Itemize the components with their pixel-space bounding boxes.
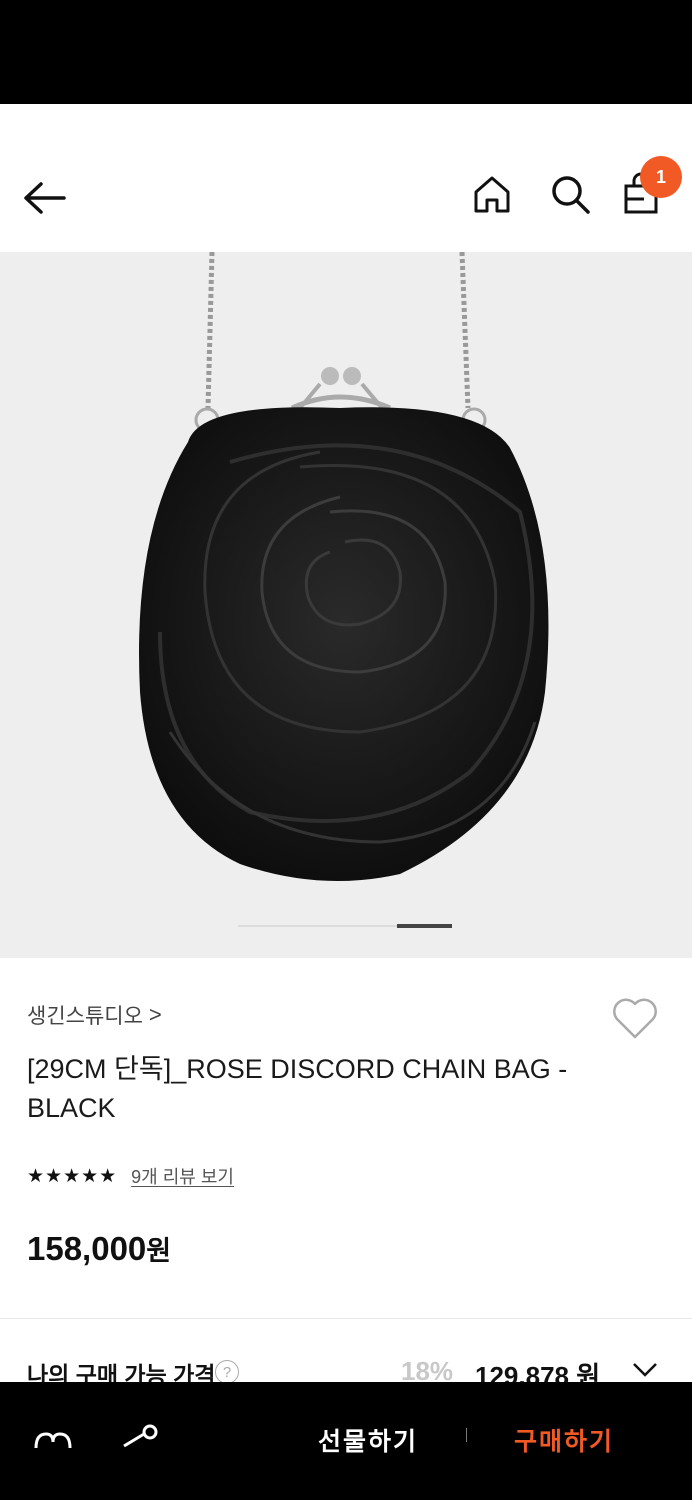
chevron-right-icon: > (148, 1002, 162, 1027)
rating-stars: ★★★★★ (27, 1165, 118, 1187)
brand-link[interactable]: 생긴스튜디오 > (27, 1000, 162, 1030)
share-icon[interactable] (120, 1422, 162, 1452)
pager-active-indicator (397, 924, 452, 928)
product-image-carousel[interactable] (0, 252, 692, 958)
product-price: 158,000원 (27, 1229, 171, 1268)
heart-icon[interactable] (610, 995, 660, 1041)
cart-count-badge: 1 (640, 156, 682, 198)
bottom-action-bar: 선물하기 구매하기 (0, 1382, 692, 1500)
rating-row: ★★★★★ 9개 리뷰 보기 (27, 1163, 234, 1189)
brand-name: 생긴스튜디오 (27, 1005, 143, 1028)
help-icon[interactable]: ? (215, 1360, 239, 1384)
home-icon[interactable] (470, 172, 514, 216)
divider (0, 1318, 692, 1319)
price-unit: 원 (146, 1236, 172, 1266)
product-image (139, 252, 549, 882)
like-icon[interactable] (32, 1426, 74, 1456)
product-title: [29CM 단독]_ROSE DISCORD CHAIN BAG - BLACK (27, 1054, 568, 1123)
button-separator (466, 1428, 467, 1442)
review-link[interactable]: 9개 리뷰 보기 (131, 1163, 234, 1189)
buy-button[interactable]: 구매하기 (514, 1422, 614, 1458)
status-bar (0, 0, 692, 104)
gift-button[interactable]: 선물하기 (318, 1422, 418, 1458)
price-value: 158,000 (27, 1230, 147, 1267)
back-arrow-icon[interactable] (22, 178, 68, 218)
chevron-down-icon[interactable] (631, 1360, 659, 1380)
search-icon[interactable] (548, 172, 592, 216)
